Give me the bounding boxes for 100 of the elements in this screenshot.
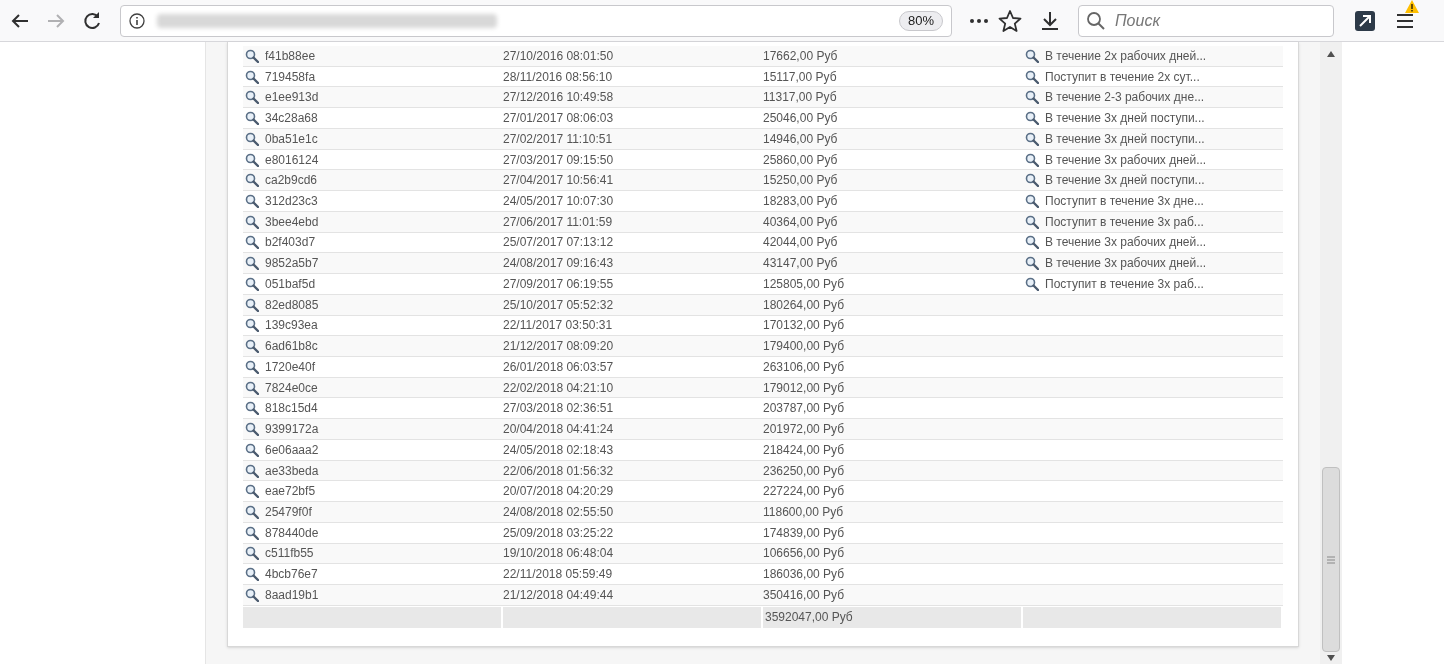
zoom-level[interactable]: 80% <box>898 10 943 31</box>
magnifier-icon[interactable] <box>245 297 259 312</box>
magnifier-icon[interactable] <box>1025 235 1039 250</box>
magnifier-icon[interactable] <box>1025 131 1039 146</box>
order-id[interactable]: 4bcb76e7 <box>265 565 318 584</box>
note-cell[interactable]: В течение 2-3 рабочих дне... <box>1045 88 1205 107</box>
note-cell[interactable]: Поступит в течение 3х раб... <box>1045 274 1204 293</box>
note-cell[interactable]: В течение 3х дней поступи... <box>1045 109 1205 128</box>
order-id[interactable]: 25479f0f <box>265 503 312 521</box>
note-cell[interactable]: В течение 3х рабочих дней... <box>1045 150 1207 169</box>
magnifier-icon[interactable] <box>1025 69 1039 84</box>
order-id[interactable]: 9852a5b7 <box>265 254 319 273</box>
order-id[interactable]: 6ad61b8c <box>265 337 318 356</box>
amount-cell: 236250,00 Руб <box>763 463 845 478</box>
order-id[interactable]: b2f403d7 <box>265 233 316 252</box>
order-id[interactable]: 82ed8085 <box>265 295 319 314</box>
note-cell[interactable]: В течение 3х рабочих дней... <box>1045 254 1207 273</box>
magnifier-icon[interactable] <box>245 567 259 582</box>
order-id[interactable]: 878440de <box>265 523 319 542</box>
magnifier-icon[interactable] <box>245 587 259 602</box>
order-id[interactable]: 0ba51e1c <box>265 129 318 148</box>
amount-cell: 174839,00 Руб <box>763 525 845 540</box>
magnifier-icon[interactable] <box>245 276 259 291</box>
note-cell[interactable]: В течение 3х дней поступи... <box>1045 129 1205 148</box>
order-id[interactable]: 7824e0ce <box>265 378 318 397</box>
magnifier-icon[interactable] <box>1025 111 1039 126</box>
order-id[interactable]: e1ee913d <box>265 88 319 107</box>
order-id[interactable]: 34c28a68 <box>265 109 318 128</box>
order-id[interactable]: 818c15d4 <box>265 399 318 418</box>
magnifier-icon[interactable] <box>245 131 259 146</box>
amount-cell: 218424,00 Руб <box>763 442 845 457</box>
magnifier-icon[interactable] <box>245 48 259 63</box>
magnifier-icon[interactable] <box>245 318 259 333</box>
scroll-up-icon[interactable] <box>1326 50 1336 58</box>
magnifier-icon[interactable] <box>245 442 259 457</box>
magnifier-icon[interactable] <box>245 525 259 540</box>
star-icon[interactable] <box>998 8 1022 33</box>
magnifier-icon[interactable] <box>245 546 259 561</box>
order-id[interactable]: 3bee4ebd <box>265 212 319 231</box>
scroll-thumb[interactable] <box>1322 467 1340 652</box>
order-id[interactable]: 139c93ea <box>265 316 318 335</box>
note-cell[interactable]: В течение 3х дней поступи... <box>1045 171 1205 190</box>
magnifier-icon[interactable] <box>1025 173 1039 188</box>
order-id[interactable]: ca2b9cd6 <box>265 171 318 190</box>
scrollbar[interactable] <box>1320 42 1342 664</box>
order-id[interactable]: 8aad19b1 <box>265 585 319 604</box>
magnifier-icon[interactable] <box>1025 152 1039 167</box>
magnifier-icon[interactable] <box>245 152 259 167</box>
magnifier-icon[interactable] <box>245 90 259 105</box>
magnifier-icon[interactable] <box>1025 214 1039 229</box>
amount-cell: 350416,00 Руб <box>763 587 845 602</box>
note-cell[interactable]: В течение 2х рабочих дней... <box>1045 46 1207 65</box>
address-bar[interactable]: 80% <box>120 4 952 37</box>
magnifier-icon[interactable] <box>245 422 259 437</box>
magnifier-icon[interactable] <box>245 173 259 188</box>
note-cell[interactable]: Поступит в течение 3х раб... <box>1045 212 1204 231</box>
date-cell: 24/08/2017 09:16:43 <box>503 256 614 271</box>
magnifier-icon[interactable] <box>245 505 259 519</box>
order-id[interactable]: 6e06aaa2 <box>265 440 319 459</box>
magnifier-icon[interactable] <box>1025 48 1039 63</box>
info-icon[interactable] <box>129 12 145 29</box>
magnifier-icon[interactable] <box>1025 194 1039 208</box>
note-cell[interactable]: Поступит в течение 3х дне... <box>1045 192 1204 210</box>
note-cell[interactable]: В течение 3х рабочих дней... <box>1045 233 1207 252</box>
order-id[interactable]: 9399172a <box>265 420 319 439</box>
magnifier-icon[interactable] <box>245 235 259 250</box>
order-id[interactable]: 719458fa <box>265 67 316 86</box>
order-id[interactable]: ae33beda <box>265 461 319 480</box>
date-cell: 22/11/2018 05:59:49 <box>503 567 613 582</box>
magnifier-icon[interactable] <box>1025 276 1039 291</box>
magnifier-icon[interactable] <box>1025 256 1039 271</box>
amount-cell: 18283,00 Руб <box>763 194 838 208</box>
magnifier-icon[interactable] <box>245 401 259 416</box>
menu-icon[interactable] <box>1396 12 1414 29</box>
note-cell[interactable]: Поступит в течение 2х сут... <box>1045 67 1200 86</box>
order-id[interactable]: eae72bf5 <box>265 482 316 501</box>
amount-cell: 15250,00 Руб <box>763 173 838 188</box>
magnifier-icon[interactable] <box>245 380 259 395</box>
magnifier-icon[interactable] <box>245 484 259 499</box>
magnifier-icon[interactable] <box>245 69 259 84</box>
amount-cell: 125805,00 Руб <box>763 276 845 291</box>
magnifier-icon[interactable] <box>245 194 259 208</box>
order-id[interactable]: 1720e40f <box>265 357 316 376</box>
magnifier-icon[interactable] <box>245 214 259 229</box>
magnifier-icon[interactable] <box>245 339 259 354</box>
order-id[interactable]: f41b88ee <box>265 46 316 65</box>
magnifier-icon[interactable] <box>245 359 259 374</box>
amount-cell: 227224,00 Руб <box>763 484 845 499</box>
scroll-down-icon[interactable] <box>1326 654 1336 662</box>
magnifier-icon[interactable] <box>245 256 259 271</box>
magnifier-icon[interactable] <box>1025 90 1039 105</box>
magnifier-icon[interactable] <box>245 463 259 478</box>
order-id[interactable]: 312d23c3 <box>265 192 318 210</box>
extension-icon[interactable] <box>1354 9 1376 32</box>
order-id[interactable]: c511fb55 <box>265 544 314 563</box>
magnifier-icon[interactable] <box>245 111 259 126</box>
order-id[interactable]: e8016124 <box>265 150 319 169</box>
date-cell: 27/06/2017 11:01:59 <box>503 214 613 229</box>
search-field[interactable]: Поиск <box>1078 4 1334 37</box>
order-id[interactable]: 051baf5d <box>265 274 316 293</box>
